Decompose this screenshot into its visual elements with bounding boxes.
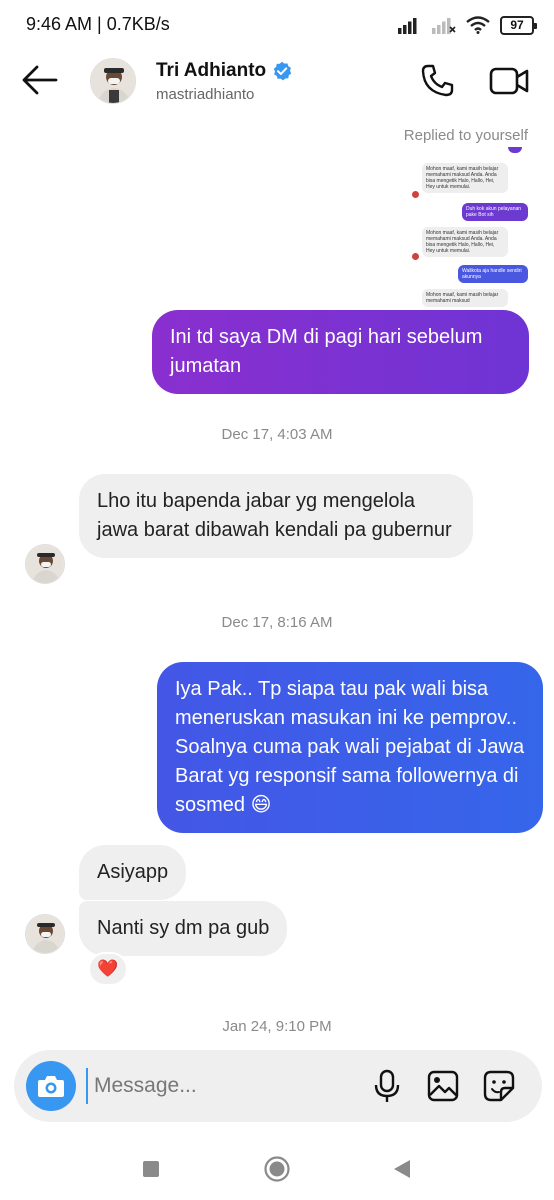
- battery-indicator: 97: [500, 15, 537, 35]
- contact-avatar-small[interactable]: [25, 914, 65, 954]
- home-button[interactable]: [262, 1154, 292, 1184]
- video-camera-icon: [489, 67, 529, 95]
- avatar-photo: [26, 545, 64, 583]
- chat-header: Tri Adhianto mastriadhianto: [0, 50, 554, 112]
- preview-msg: Mohon maaf, kami masih belajar memahami …: [422, 163, 508, 193]
- system-nav-bar: [0, 1136, 554, 1200]
- camera-button[interactable]: [26, 1061, 76, 1111]
- message-bubble-incoming[interactable]: Lho itu bapenda jabar yg mengelola jawa …: [79, 474, 473, 558]
- wifi-icon: [466, 16, 490, 34]
- preview-avatar: [412, 191, 419, 198]
- message-input[interactable]: [86, 1068, 356, 1104]
- voice-call-button[interactable]: [418, 62, 456, 100]
- sticker-icon: [483, 1070, 515, 1102]
- reply-preview-image[interactable]: Mohon maaf, kami masih belajar memahami …: [412, 147, 530, 307]
- no-signal-icon: [432, 18, 456, 34]
- nav-square-icon: [143, 1161, 159, 1177]
- phone-icon: [421, 64, 454, 97]
- contact-name: Tri Adhianto: [156, 60, 267, 81]
- avatar-photo: [91, 59, 135, 103]
- nav-back-triangle-icon: [394, 1160, 410, 1178]
- message-composer: [14, 1050, 542, 1122]
- message-timestamp: Dec 17, 4:03 AM: [221, 426, 333, 443]
- contact-avatar-small[interactable]: [25, 544, 65, 584]
- heart-reaction[interactable]: ❤️: [88, 952, 128, 986]
- status-time: 9:46 AM | 0.7KB/s: [26, 14, 170, 34]
- message-bubble-incoming[interactable]: Nanti sy dm pa gub: [79, 901, 288, 956]
- nav-circle-icon: [264, 1156, 290, 1182]
- microphone-icon: [374, 1069, 400, 1102]
- avatar-photo: [26, 915, 64, 953]
- message-bubble-outgoing[interactable]: Ini td saya DM di pagi hari sebelum juma…: [152, 310, 529, 394]
- preview-msg: Mohon maaf, kami masih belajar memahami …: [422, 227, 508, 257]
- message-timestamp: Jan 24, 9:10 PM: [222, 1018, 332, 1035]
- replied-label: Replied to yourself: [403, 127, 528, 144]
- preview-msg: Mohon maaf, kami masih belajar memahami …: [422, 289, 508, 307]
- preview-bubble-top: [508, 147, 522, 153]
- preview-avatar: [412, 253, 419, 260]
- gallery-icon: [427, 1070, 459, 1102]
- gallery-button[interactable]: [426, 1068, 460, 1104]
- status-bar: 9:46 AM | 0.7KB/s 97: [0, 0, 554, 50]
- message-bubble-incoming[interactable]: Asiyapp: [79, 845, 187, 900]
- preview-msg: Duh kok akun pelayanan pake Bot sih: [462, 203, 528, 221]
- verified-badge-icon: [273, 61, 292, 81]
- status-icons: 97: [398, 14, 537, 36]
- heart-icon: ❤️: [97, 959, 119, 978]
- sticker-button[interactable]: [482, 1068, 516, 1104]
- voice-message-button[interactable]: [370, 1068, 404, 1104]
- contact-username: mastriadhianto: [156, 86, 255, 103]
- video-call-button[interactable]: [488, 62, 530, 100]
- back-arrow-icon: [22, 65, 58, 95]
- message-bubble-outgoing[interactable]: Iya Pak.. Tp siapa tau pak wali bisa men…: [157, 662, 543, 833]
- camera-icon: [38, 1076, 64, 1097]
- contact-name-row[interactable]: Tri Adhianto: [156, 60, 292, 82]
- signal-icon: [398, 18, 417, 34]
- message-timestamp: Dec 17, 8:16 AM: [221, 614, 333, 631]
- contact-avatar[interactable]: [90, 58, 136, 104]
- preview-msg: Walikota aja handle sendiri akunnya: [458, 265, 528, 283]
- system-back-button[interactable]: [388, 1154, 418, 1184]
- recents-button[interactable]: [136, 1154, 166, 1184]
- back-button[interactable]: [20, 62, 60, 98]
